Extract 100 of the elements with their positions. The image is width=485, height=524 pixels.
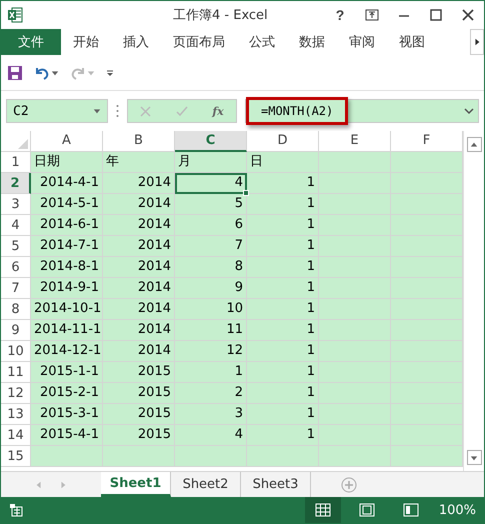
row-header[interactable]: 14 bbox=[1, 425, 31, 446]
table-cell: 8 bbox=[175, 257, 247, 278]
table-cell: 2015 bbox=[103, 425, 175, 446]
dropdown-icon bbox=[93, 107, 101, 115]
corner-triangle-icon bbox=[18, 139, 28, 149]
table-cell: 2014 bbox=[103, 320, 175, 341]
row-header[interactable]: 4 bbox=[1, 215, 31, 236]
maximize-icon bbox=[430, 9, 442, 21]
table-cell bbox=[319, 173, 391, 194]
zoom-level[interactable]: 100% bbox=[438, 502, 476, 518]
row-header[interactable]: 1 bbox=[1, 152, 31, 173]
row-header[interactable]: 10 bbox=[1, 341, 31, 362]
arrow-icon bbox=[35, 480, 43, 488]
table-cell: 2014-6-1 bbox=[31, 215, 103, 236]
row-header[interactable]: 2 bbox=[1, 173, 31, 194]
table-cell: 1 bbox=[247, 278, 319, 299]
view-button[interactable] bbox=[304, 497, 341, 523]
row-header[interactable]: 8 bbox=[1, 299, 31, 320]
table-cell: 12 bbox=[175, 341, 247, 362]
table-cell bbox=[319, 299, 391, 320]
row-header[interactable]: 5 bbox=[1, 236, 31, 257]
table-cell: 6 bbox=[175, 215, 247, 236]
column-header[interactable]: D bbox=[247, 131, 319, 152]
table-cell: 1 bbox=[247, 362, 319, 383]
table-cell: 4 bbox=[175, 425, 247, 446]
table-cell: 2015-2-1 bbox=[31, 383, 103, 404]
table-cell: 2014-7-1 bbox=[31, 236, 103, 257]
active-cell: 4 bbox=[175, 173, 247, 194]
column-header[interactable]: E bbox=[319, 131, 391, 152]
name-box[interactable]: C2 bbox=[6, 99, 108, 123]
table-cell: 1 bbox=[247, 299, 319, 320]
column-header[interactable]: B bbox=[103, 131, 175, 152]
column-header[interactable]: C bbox=[175, 131, 247, 152]
table-cell: 11 bbox=[175, 320, 247, 341]
table-cell: 2014 bbox=[103, 215, 175, 236]
help-button[interactable]: ? bbox=[330, 5, 350, 25]
table-cell: 7 bbox=[175, 236, 247, 257]
dropdown-arrow-icon bbox=[470, 454, 478, 462]
table-cell: 2014-10-1 bbox=[31, 299, 103, 320]
table-cell: 日期 bbox=[31, 152, 103, 173]
fill-handle[interactable] bbox=[243, 190, 249, 196]
table-cell bbox=[175, 446, 247, 467]
table-cell bbox=[319, 383, 391, 404]
grid-view-icon bbox=[314, 503, 331, 517]
table-cell: 2014-5-1 bbox=[31, 194, 103, 215]
table-cell bbox=[319, 194, 391, 215]
expand-icon[interactable] bbox=[464, 107, 474, 115]
table-cell: 2014 bbox=[103, 173, 175, 194]
table-cell: 1 bbox=[247, 236, 319, 257]
insert-function-button[interactable]: fx bbox=[212, 104, 224, 118]
table-cell: 2015-4-1 bbox=[31, 425, 103, 446]
table-cell: 2015-1-1 bbox=[31, 362, 103, 383]
file-tab[interactable]: 文件 bbox=[1, 29, 61, 55]
table-cell: 2 bbox=[175, 383, 247, 404]
column-header[interactable]: F bbox=[391, 131, 463, 152]
row-header[interactable]: 13 bbox=[1, 404, 31, 425]
table-cell: 2014 bbox=[103, 299, 175, 320]
page-break-icon bbox=[402, 503, 419, 517]
table-cell: 2014 bbox=[103, 194, 175, 215]
table-cell bbox=[319, 425, 391, 446]
table-cell: 1 bbox=[247, 383, 319, 404]
table-cell bbox=[319, 320, 391, 341]
row-header[interactable]: 12 bbox=[1, 383, 31, 404]
table-cell bbox=[319, 257, 391, 278]
drag-handle-icon bbox=[116, 104, 119, 118]
tab-scroll-button[interactable] bbox=[470, 29, 484, 55]
table-cell: 2015-3-1 bbox=[31, 404, 103, 425]
table-cell bbox=[319, 362, 391, 383]
spreadsheet-logo-icon bbox=[7, 7, 23, 23]
dropdown-arrow-icon bbox=[87, 68, 95, 76]
table-cell: 1 bbox=[247, 320, 319, 341]
table-cell: 10 bbox=[175, 299, 247, 320]
table-cell: 1 bbox=[247, 425, 319, 446]
sheet-tab[interactable]: Sheet1 bbox=[101, 472, 171, 497]
table-cell: 2014 bbox=[103, 341, 175, 362]
row-header[interactable]: 6 bbox=[1, 257, 31, 278]
row-header[interactable]: 3 bbox=[1, 194, 31, 215]
scroll-down-button[interactable] bbox=[466, 450, 482, 465]
table-cell: 日 bbox=[247, 152, 319, 173]
row-header[interactable]: 9 bbox=[1, 320, 31, 341]
customize-toolbar-button[interactable] bbox=[105, 68, 115, 78]
table-cell: 2014 bbox=[103, 257, 175, 278]
table-cell: 1 bbox=[247, 173, 319, 194]
table-cell: 5 bbox=[175, 194, 247, 215]
row-header[interactable]: 11 bbox=[1, 362, 31, 383]
column-header[interactable]: A bbox=[31, 131, 103, 152]
table-cell: 2015 bbox=[103, 362, 175, 383]
arrow-icon bbox=[470, 140, 478, 148]
table-cell bbox=[247, 446, 319, 467]
page-view-icon bbox=[358, 503, 375, 517]
close-icon bbox=[462, 9, 474, 21]
save-button[interactable] bbox=[7, 64, 23, 80]
table-cell bbox=[319, 152, 391, 173]
scroll-up-button[interactable] bbox=[466, 137, 482, 152]
table-cell bbox=[319, 278, 391, 299]
formula-field[interactable]: =MONTH(A2) bbox=[246, 97, 348, 125]
row-header[interactable]: 15 bbox=[1, 446, 31, 467]
table-cell: 2015 bbox=[103, 404, 175, 425]
table-cell: 2014-12-1 bbox=[31, 341, 103, 362]
row-header[interactable]: 7 bbox=[1, 278, 31, 299]
